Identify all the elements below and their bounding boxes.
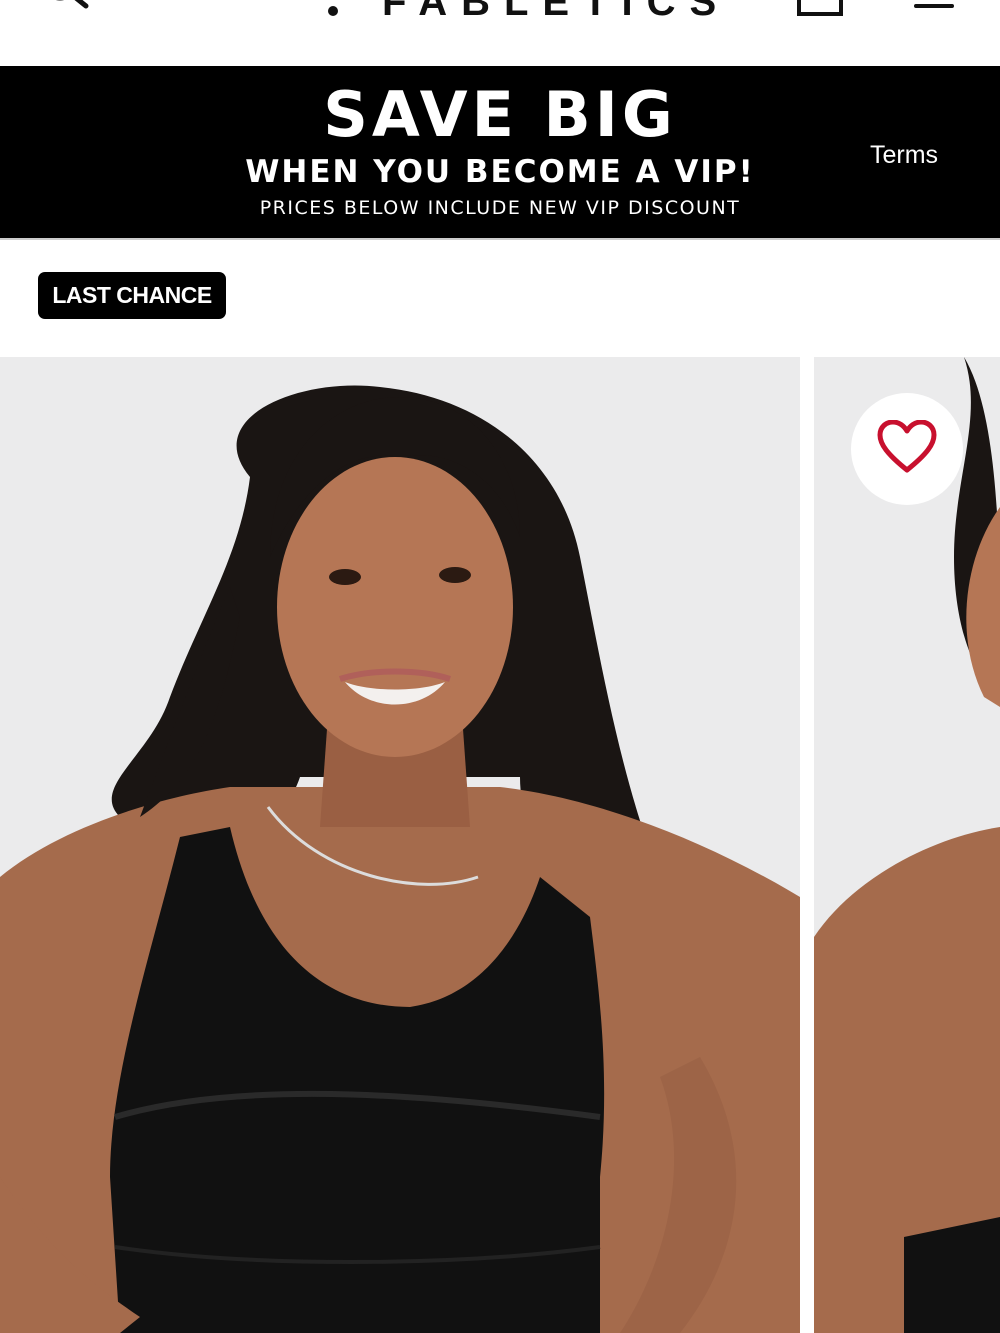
product-image-main[interactable]	[0, 357, 800, 1333]
banner-note: PRICES BELOW INCLUDE NEW VIP DISCOUNT	[259, 197, 741, 219]
logo-mark-icon	[320, 0, 346, 22]
fabletics-logo[interactable]: FABLETICS	[320, 0, 730, 22]
menu-icon[interactable]	[914, 0, 954, 10]
logo-text: FABLETICS	[382, 0, 731, 24]
search-icon[interactable]	[40, 0, 92, 18]
wishlist-button[interactable]	[851, 393, 963, 505]
bag-icon[interactable]	[796, 0, 844, 16]
heart-icon	[877, 419, 937, 479]
banner-headline: SAVE BIG	[323, 78, 677, 151]
banner-subheadline: WHEN YOU BECOME A VIP!	[245, 154, 755, 190]
terms-link[interactable]: Terms	[870, 140, 938, 170]
site-header: FABLETICS	[0, 0, 1000, 66]
vip-promo-banner[interactable]: SAVE BIG WHEN YOU BECOME A VIP! PRICES B…	[0, 66, 1000, 240]
last-chance-badge: LAST CHANCE	[38, 272, 226, 319]
